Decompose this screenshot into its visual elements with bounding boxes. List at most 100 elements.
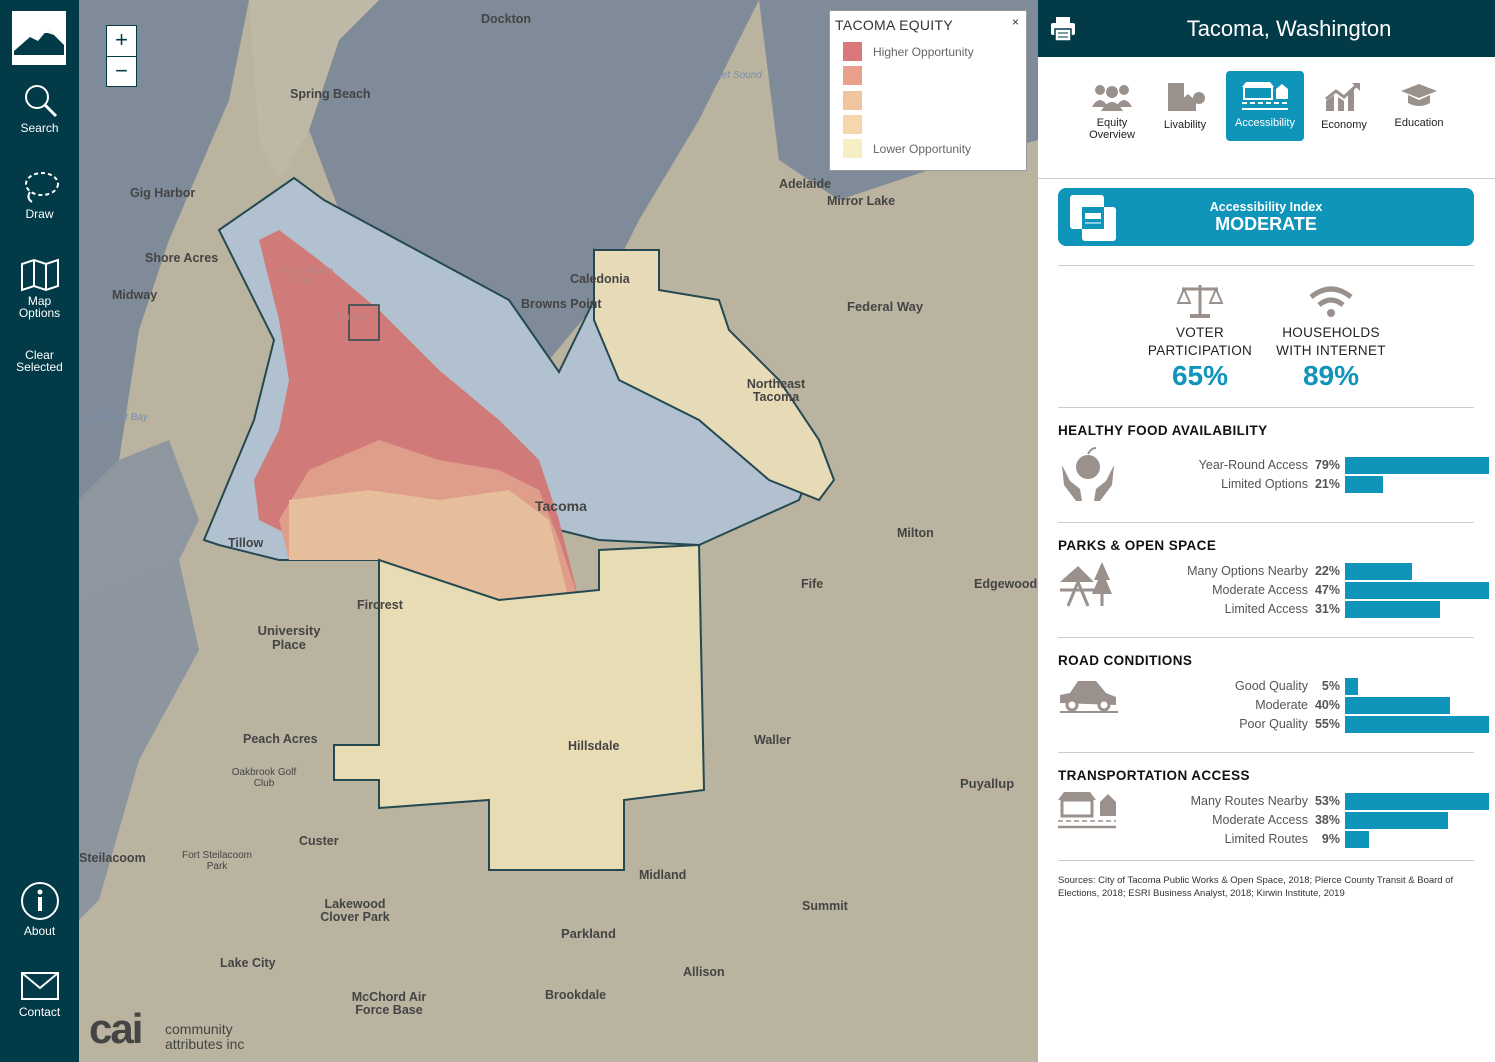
map-label: Custer [299, 834, 339, 848]
tab-livability[interactable]: Livability [1146, 71, 1224, 141]
map-label: Caledonia [570, 272, 630, 286]
map-label: Brookdale [545, 988, 607, 1002]
zoom-out-button[interactable]: − [107, 56, 136, 86]
legend: TACOMA EQUITY × Higher Opportunity Lower… [829, 10, 1027, 171]
tab-accessibility[interactable]: Accessibility [1226, 71, 1304, 141]
draw-label: Draw [25, 207, 54, 221]
tab-economy[interactable]: Economy [1305, 71, 1383, 141]
map-label: Milton [897, 526, 934, 540]
category-tabs: Equity Overview Livability Accessibility… [1038, 71, 1495, 171]
row-percent: 38% [1314, 813, 1340, 827]
row-percent: 5% [1321, 679, 1340, 693]
search-button[interactable]: Search [0, 82, 79, 135]
zoom-control: + − [106, 25, 137, 87]
map-label: Mirror Lake [827, 194, 896, 208]
stat-row: Limited Access 31% [1098, 600, 1495, 619]
people-icon [1092, 85, 1132, 111]
sidebar: Search Draw Map Options Clear Selected A… [0, 0, 79, 1062]
search-icon [24, 85, 57, 118]
legend-title: TACOMA EQUITY [835, 17, 953, 33]
logo [12, 11, 66, 65]
graduation-cap-icon [1401, 84, 1437, 106]
accessibility-index-icon [1070, 195, 1116, 241]
legend-low-label: Lower Opportunity [873, 142, 972, 156]
legend-close-button[interactable]: × [1012, 15, 1019, 29]
tab-label: Education [1394, 117, 1444, 129]
stat-row: Year-Round Access 79% [1098, 456, 1495, 475]
divider [1058, 752, 1474, 753]
row-bar [1345, 678, 1358, 695]
map-label: Midway [112, 288, 158, 302]
map-label: Puget Sound [704, 70, 762, 81]
map-label: Fife [801, 577, 824, 591]
map-label: Oakbrook Golf Club [231, 767, 297, 789]
map-label: Allison [683, 965, 725, 979]
divider [1058, 265, 1474, 266]
divider [1038, 178, 1495, 179]
divider [1058, 407, 1474, 408]
row-percent: 40% [1314, 698, 1340, 712]
row-bar [1345, 793, 1489, 810]
section-title: PARKS & OPEN SPACE [1058, 538, 1217, 553]
map-label: Edgewood [974, 577, 1038, 591]
map-label: Ruston [337, 312, 369, 323]
row-bar [1345, 582, 1489, 599]
map-label: Point Defiance Park [274, 265, 334, 285]
map[interactable]: Dockton Spring Beach Puget Sound Gig Har… [79, 0, 1038, 1062]
map-icon [20, 258, 59, 292]
row-percent: 79% [1314, 458, 1340, 472]
row-label: Many Options Nearby [1187, 564, 1308, 578]
map-label: McChord Air Force Base [351, 990, 427, 1017]
row-label: Moderate [1255, 698, 1308, 712]
tab-label: Accessibility [1235, 117, 1295, 129]
accessibility-index-banner: Accessibility Index MODERATE [1058, 188, 1474, 246]
map-label: Spring Beach [290, 87, 371, 101]
divider [1058, 522, 1474, 523]
tab-equity-overview[interactable]: Equity Overview [1073, 71, 1151, 141]
tab-education[interactable]: Education [1380, 71, 1458, 141]
row-bar [1345, 716, 1489, 733]
zoom-in-button[interactable]: + [107, 26, 136, 56]
map-label: Browns Point [521, 297, 602, 311]
map-label: Tacoma [535, 498, 587, 514]
divider [1058, 860, 1474, 861]
row-bar [1345, 563, 1412, 580]
stat-row: Moderate 40% [1098, 696, 1495, 715]
clear-selected-button[interactable]: Clear Selected [0, 349, 79, 373]
map-label: Parkland [561, 926, 616, 941]
legend-swatch [843, 139, 862, 158]
map-options-button[interactable]: Map Options [0, 258, 79, 319]
stat-value: 65% [1171, 360, 1229, 391]
map-label: Fort Steilacoom Park [181, 850, 253, 872]
map-label: Steilacoom [79, 851, 146, 865]
attribution: community attributes inc [165, 1021, 245, 1052]
row-label: Many Routes Nearby [1190, 794, 1308, 808]
growth-chart-icon [1325, 82, 1360, 111]
legend-swatch [843, 91, 862, 110]
contact-button[interactable]: Contact [0, 970, 79, 1019]
cai-logo: cai [89, 1005, 143, 1052]
row-percent: 22% [1314, 564, 1340, 578]
mail-icon [20, 972, 59, 1000]
stat-row: Moderate Access 38% [1098, 811, 1495, 830]
row-percent: 9% [1321, 832, 1340, 846]
divider [1058, 637, 1474, 638]
row-bar [1345, 812, 1448, 829]
building-tree-icon [1168, 83, 1205, 111]
draw-button[interactable]: Draw [0, 168, 79, 221]
stat-label: PARTICIPATION [1147, 343, 1253, 358]
row-label: Limited Routes [1224, 832, 1308, 846]
map-label: Dockton [481, 12, 531, 26]
scale-icon [1176, 285, 1224, 318]
map-label: Northeast Tacoma [746, 377, 806, 404]
section-title: HEALTHY FOOD AVAILABILITY [1058, 423, 1268, 438]
row-bar [1345, 697, 1450, 714]
panel-title: Tacoma, Washington [1186, 16, 1392, 41]
voter-participation-stat: VOTER PARTICIPATION 65% [1130, 283, 1270, 392]
map-label: Hillsdale [568, 739, 620, 753]
stat-label: VOTER [1175, 325, 1224, 340]
row-bar [1345, 476, 1383, 493]
about-button[interactable]: About [0, 881, 79, 938]
map-label: Tillow [228, 536, 264, 550]
map-label: Lakewood Clover Park [320, 897, 390, 924]
